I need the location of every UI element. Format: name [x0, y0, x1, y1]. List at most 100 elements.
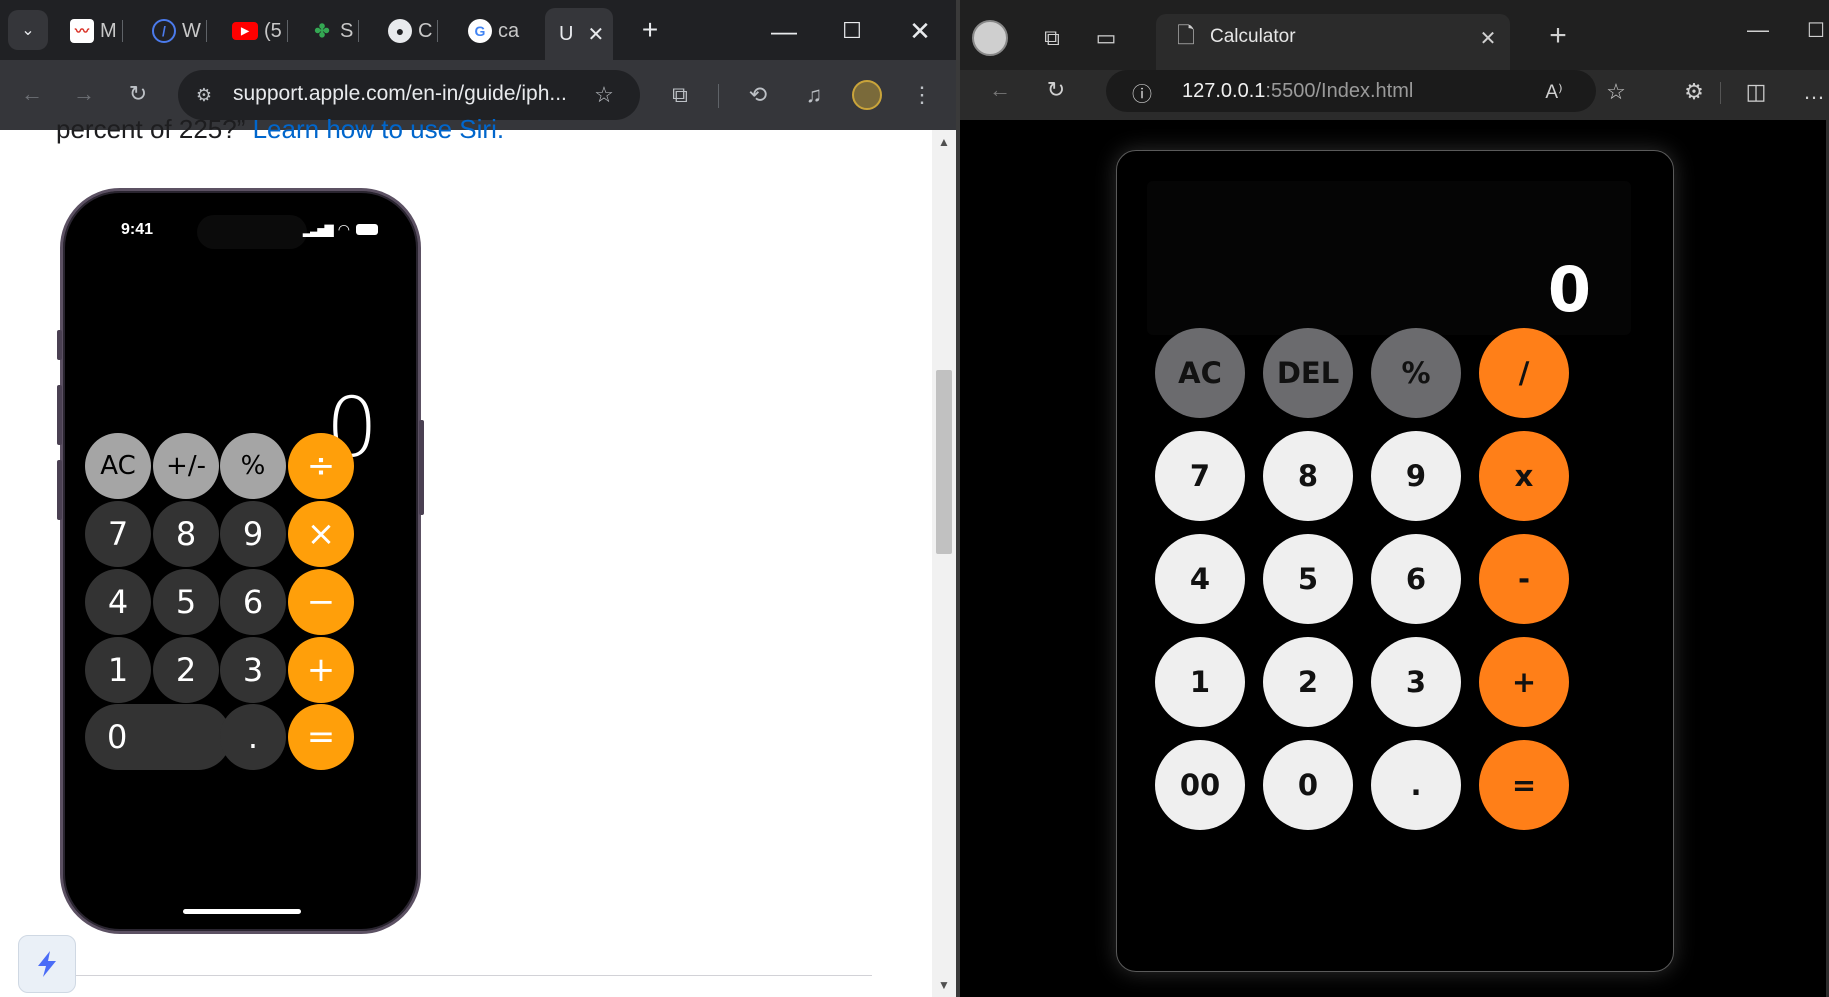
github-favicon-icon: ● [388, 19, 412, 43]
siri-link[interactable]: Learn how to use Siri. [253, 114, 504, 144]
battery-icon [356, 224, 378, 235]
new-tab-icon[interactable]: + [632, 12, 668, 48]
calc-key-2-3[interactable]: - [1479, 534, 1569, 624]
phone-key-0-2: % [220, 433, 286, 499]
phone-key-3-2: 3 [220, 637, 286, 703]
phone-key-0-3: ÷ [288, 433, 354, 499]
tab-4[interactable]: ● C [388, 10, 439, 52]
tab-search-icon[interactable]: ⌄ [8, 10, 48, 50]
scroll-down-icon[interactable]: ▼ [932, 975, 956, 995]
phone-key-0-1: +/- [153, 433, 219, 499]
wifi-icon: ◠ [337, 221, 350, 237]
performance-icon[interactable]: ⟲ [742, 79, 774, 111]
media-control-icon[interactable]: ♫ [798, 79, 830, 111]
floating-assistant-button[interactable] [18, 935, 76, 993]
profile-avatar[interactable] [972, 20, 1008, 56]
calculator-app: 0 AC DEL%/7 8 9 x 4 5 6-1 2 3 +00 0. = [1116, 150, 1674, 972]
phone-key-2-2: 6 [220, 569, 286, 635]
tab-3[interactable]: ✤ S [310, 10, 360, 52]
tab-close-icon[interactable]: ✕ [587, 22, 604, 47]
reload-icon[interactable]: ↻ [122, 78, 154, 110]
chrome-window: ⌄ 〰 M / W ▶ (5 ✤ S ● C G ca U ✕ + — ☐ ✕ … [0, 0, 956, 997]
tab-5[interactable]: G ca [468, 10, 519, 52]
minimize-icon[interactable]: — [764, 14, 804, 48]
calc-key-3-3[interactable]: + [1479, 637, 1569, 727]
profile-avatar[interactable] [852, 80, 882, 110]
status-time: 9:41 [121, 221, 154, 238]
calc-key-4-3[interactable]: = [1479, 740, 1569, 830]
site-settings-icon[interactable]: ⚙ [188, 79, 220, 111]
phone-key-3-0: 1 [85, 637, 151, 703]
phone-key-1-3: × [288, 501, 354, 567]
maximize-icon[interactable]: ☐ [832, 14, 872, 48]
scroll-thumb[interactable] [936, 370, 952, 554]
phone-side-button [57, 330, 62, 360]
bookmark-star-icon[interactable]: ☆ [588, 79, 620, 111]
tab-active[interactable]: U ✕ [545, 8, 613, 60]
calc-key-0-1[interactable]: DEL [1263, 328, 1353, 418]
tab-title: M [100, 19, 117, 42]
tab-2[interactable]: ▶ (5 [232, 10, 288, 52]
favorite-star-icon[interactable]: ☆ [1600, 76, 1632, 108]
tab-title: ca [498, 19, 520, 42]
calc-key-1-2[interactable]: 9 [1371, 431, 1461, 521]
maximize-icon[interactable]: ☐ [1800, 14, 1829, 46]
vertical-tabs-icon[interactable]: ▭ [1090, 22, 1122, 54]
calc-key-3-2[interactable]: 3 [1371, 637, 1461, 727]
edge-tab-strip: ⧉ ▭ 🗋 Calculator ✕ + — ☐ [960, 0, 1829, 70]
phone-side-button [57, 385, 62, 445]
tab-1[interactable]: / W [152, 10, 207, 52]
calc-key-3-0[interactable]: 1 [1155, 637, 1245, 727]
calc-key-2-0[interactable]: 4 [1155, 534, 1245, 624]
phone-key-3-1: 2 [153, 637, 219, 703]
url-text[interactable]: support.apple.com/en-in/guide/iph... [233, 82, 567, 106]
page-scrollbar[interactable]: ▲ ▼ [932, 130, 956, 997]
minimize-icon[interactable]: — [1742, 14, 1774, 46]
page-favicon-icon: 🗋 [1177, 23, 1195, 48]
section-divider [56, 975, 872, 976]
calc-key-1-0[interactable]: 7 [1155, 431, 1245, 521]
scroll-up-icon[interactable]: ▲ [932, 132, 956, 152]
workspaces-icon[interactable]: ⧉ [1036, 22, 1068, 54]
menu-ellipsis-icon[interactable]: … [1798, 76, 1829, 108]
split-screen-icon[interactable]: ◫ [1740, 76, 1772, 108]
calc-key-0-2[interactable]: % [1371, 328, 1461, 418]
new-tab-icon[interactable]: + [1542, 19, 1574, 52]
phone-key-0-0: AC [85, 433, 151, 499]
calc-key-1-3[interactable]: x [1479, 431, 1569, 521]
url-text[interactable]: 127.0.0.1:5500/Index.html [1182, 80, 1413, 103]
phone-key-2-3: − [288, 569, 354, 635]
phone-key-1-2: 9 [220, 501, 286, 567]
phone-key-4-1: . [220, 704, 286, 770]
signal-icon: ▂▃▅▇ [302, 222, 334, 237]
tab-title: U [559, 22, 574, 45]
forward-icon[interactable]: → [68, 78, 100, 110]
youtube-favicon-icon: ▶ [232, 22, 258, 40]
tab-title: Calculator [1210, 26, 1296, 47]
calc-key-0-3[interactable]: / [1479, 328, 1569, 418]
reload-icon[interactable]: ↻ [1040, 74, 1072, 106]
close-window-icon[interactable]: ✕ [900, 14, 940, 48]
menu-kebab-icon[interactable]: ⋮ [906, 79, 938, 111]
tab-title: S [340, 19, 354, 42]
back-icon[interactable]: ← [16, 78, 48, 110]
calc-key-4-1[interactable]: 0 [1263, 740, 1353, 830]
extensions-icon[interactable]: ⚙ [1678, 76, 1710, 108]
calc-key-4-0[interactable]: 00 [1155, 740, 1245, 830]
calc-key-1-1[interactable]: 8 [1263, 431, 1353, 521]
read-aloud-icon[interactable]: A⁾ [1538, 76, 1570, 108]
calc-key-2-2[interactable]: 6 [1371, 534, 1461, 624]
tab-0[interactable]: 〰 M [70, 10, 123, 52]
calc-key-3-1[interactable]: 2 [1263, 637, 1353, 727]
calc-key-4-2[interactable]: . [1371, 740, 1461, 830]
calc-key-0-0[interactable]: AC [1155, 328, 1245, 418]
tab-close-icon[interactable]: ✕ [1472, 22, 1504, 54]
site-info-icon[interactable]: ⓘ [1126, 76, 1158, 108]
paragraph-text: percent of 225?” [56, 114, 246, 144]
phone-side-button [57, 460, 62, 520]
tab-title: W [182, 19, 201, 42]
extensions-icon[interactable]: ⧉ [664, 79, 696, 111]
edge-window: ⧉ ▭ 🗋 Calculator ✕ + — ☐ ← ↻ ⓘ 127.0.0.1… [960, 0, 1829, 997]
back-icon[interactable]: ← [984, 74, 1016, 106]
calc-key-2-1[interactable]: 5 [1263, 534, 1353, 624]
